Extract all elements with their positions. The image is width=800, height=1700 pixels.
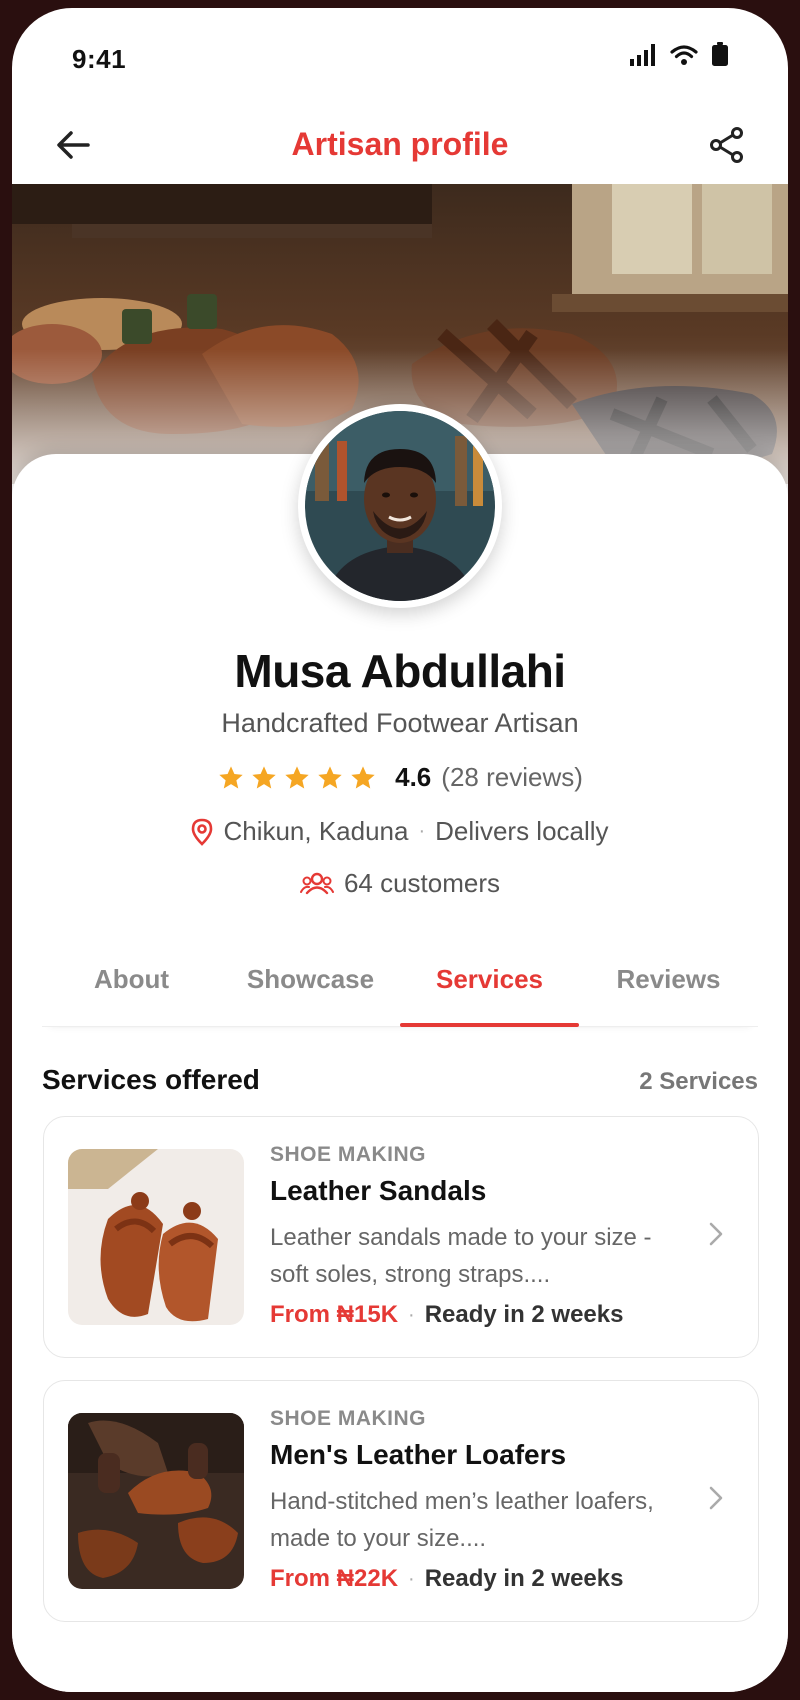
location-pin-icon — [192, 818, 213, 846]
star-icon — [285, 765, 309, 788]
star-icon — [219, 765, 243, 788]
status-time: 9:41 — [72, 44, 127, 74]
tab-about[interactable]: About — [42, 942, 221, 1026]
service-description: Leather sandals made to your size - soft… — [270, 1224, 652, 1288]
service-title: Men's Leather Loafers — [270, 1439, 567, 1470]
service-description: Hand-stitched men’s leather loafers, mad… — [270, 1488, 654, 1552]
service-title: Leather Sandals — [270, 1175, 487, 1206]
rating-row: 4.6 (28 reviews) — [12, 762, 788, 793]
signal-icon — [630, 44, 655, 66]
service-thumbnail — [68, 1149, 244, 1325]
services-header: Services offered 2 Services — [42, 1064, 758, 1096]
service-ready-time: Ready in 2 weeks — [424, 1301, 624, 1328]
status-bar: 9:41 — [12, 8, 788, 98]
customers-count: 64 customers — [343, 868, 501, 898]
service-meta: From ₦22K · Ready in 2 weeks — [270, 1565, 660, 1593]
service-category: SHOE MAKING — [270, 1407, 427, 1430]
share-button[interactable] — [704, 122, 750, 168]
separator-dot: · — [418, 820, 426, 842]
customers-row: 64 customers — [12, 868, 788, 899]
tab-reviews[interactable]: Reviews — [579, 942, 758, 1026]
page-title: Artisan profile — [291, 126, 509, 162]
app-bar: Artisan profile — [12, 98, 788, 190]
star-icon — [318, 765, 342, 788]
review-count[interactable]: (28 reviews) — [441, 762, 583, 793]
avatar — [298, 404, 502, 608]
service-price: From ₦22K — [270, 1565, 399, 1592]
status-icons — [630, 42, 728, 66]
profile-tabs: About Showcase Services Reviews — [42, 942, 758, 1027]
location-row: Chikun, Kaduna · Delivers locally — [12, 816, 788, 847]
wifi-icon — [670, 45, 698, 65]
chevron-right-icon — [709, 1486, 723, 1510]
service-card[interactable]: SHOE MAKING Leather Sandals Leather sand… — [43, 1116, 759, 1358]
tab-showcase[interactable]: Showcase — [221, 942, 400, 1026]
separator-dot: · — [408, 1303, 415, 1326]
service-card[interactable]: SHOE MAKING Men's Leather Loafers Hand-s… — [43, 1380, 759, 1622]
star-icon — [252, 765, 276, 788]
location-text: Chikun, Kaduna — [223, 816, 409, 846]
separator-dot: · — [408, 1567, 415, 1590]
tab-services[interactable]: Services — [400, 942, 579, 1027]
share-icon — [710, 127, 743, 163]
service-thumbnail — [68, 1413, 244, 1589]
rating-stars — [217, 764, 377, 792]
service-meta: From ₦15K · Ready in 2 weeks — [270, 1301, 660, 1329]
delivery-text: Delivers locally — [435, 816, 609, 846]
phone-screen: 9:41 Artisan profile Musa Abdullahi Hand… — [12, 8, 788, 1692]
service-category: SHOE MAKING — [270, 1143, 427, 1166]
rating-value: 4.6 — [395, 762, 432, 792]
star-icon — [351, 765, 375, 788]
artisan-title: Handcrafted Footwear Artisan — [221, 708, 579, 738]
people-icon — [299, 872, 334, 894]
section-title: Services offered — [42, 1064, 260, 1095]
service-price: From ₦15K — [270, 1301, 399, 1328]
artisan-name: Musa Abdullahi — [234, 645, 566, 697]
service-ready-time: Ready in 2 weeks — [424, 1565, 624, 1592]
chevron-right-icon — [709, 1222, 723, 1246]
battery-icon — [712, 42, 728, 66]
services-count: 2 Services — [639, 1068, 758, 1095]
